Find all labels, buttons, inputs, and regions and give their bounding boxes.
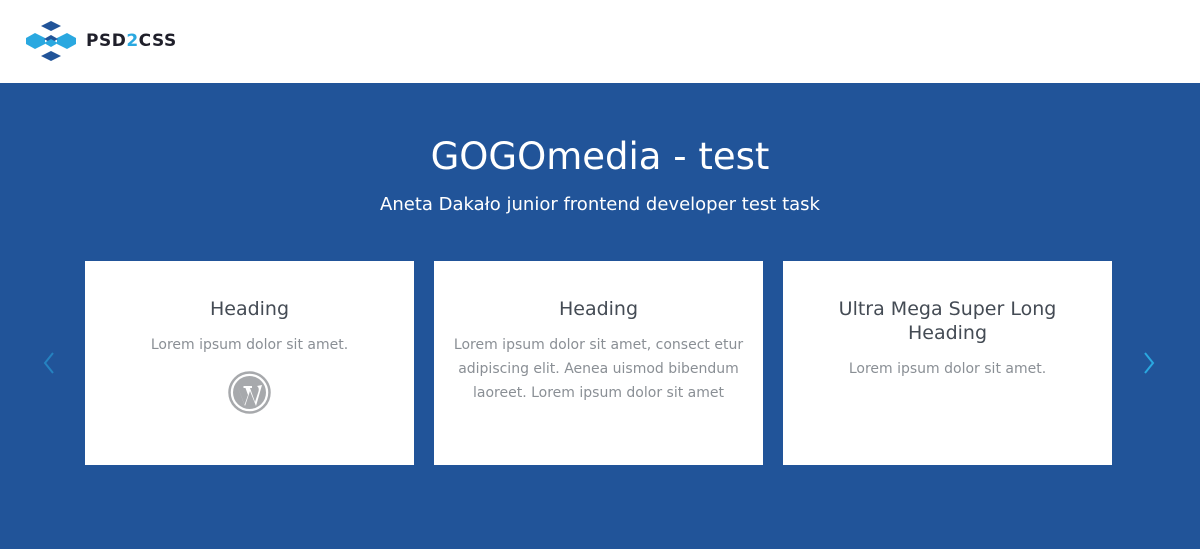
hero-subtitle: Aneta Dakało junior frontend developer t… <box>380 194 820 215</box>
chevron-left-icon <box>43 352 54 374</box>
card-text: Lorem ipsum dolor sit amet, consect etur… <box>453 337 744 401</box>
card-text: Lorem ipsum dolor sit amet. <box>848 361 1047 377</box>
carousel-prev-button[interactable] <box>37 347 61 379</box>
card-heading: Heading <box>558 298 639 320</box>
psd2css-logo-icon <box>26 21 76 61</box>
carousel-card[interactable]: Ultra Mega Super Long Heading Lorem ipsu… <box>783 261 1112 465</box>
carousel-card[interactable]: Heading Lorem ipsum dolor sit amet. <box>85 261 414 465</box>
hero-section: GOGOmedia - test Aneta Dakało junior fro… <box>0 83 1200 549</box>
hero-title: GOGOmedia - test <box>430 135 770 178</box>
logo-link[interactable]: PSD2CSS <box>26 21 177 61</box>
card-heading: Ultra Mega Super Long Heading <box>838 298 1057 344</box>
top-bar: PSD2CSS <box>0 0 1200 83</box>
carousel-card[interactable]: Heading Lorem ipsum dolor sit amet, cons… <box>434 261 763 465</box>
logo-wordmark: PSD2CSS <box>86 31 177 51</box>
card-text: Lorem ipsum dolor sit amet. <box>150 337 349 353</box>
chevron-right-icon <box>1144 352 1155 374</box>
wordpress-icon <box>228 371 271 414</box>
card-heading: Heading <box>209 298 290 320</box>
carousel-next-button[interactable] <box>1137 347 1161 379</box>
